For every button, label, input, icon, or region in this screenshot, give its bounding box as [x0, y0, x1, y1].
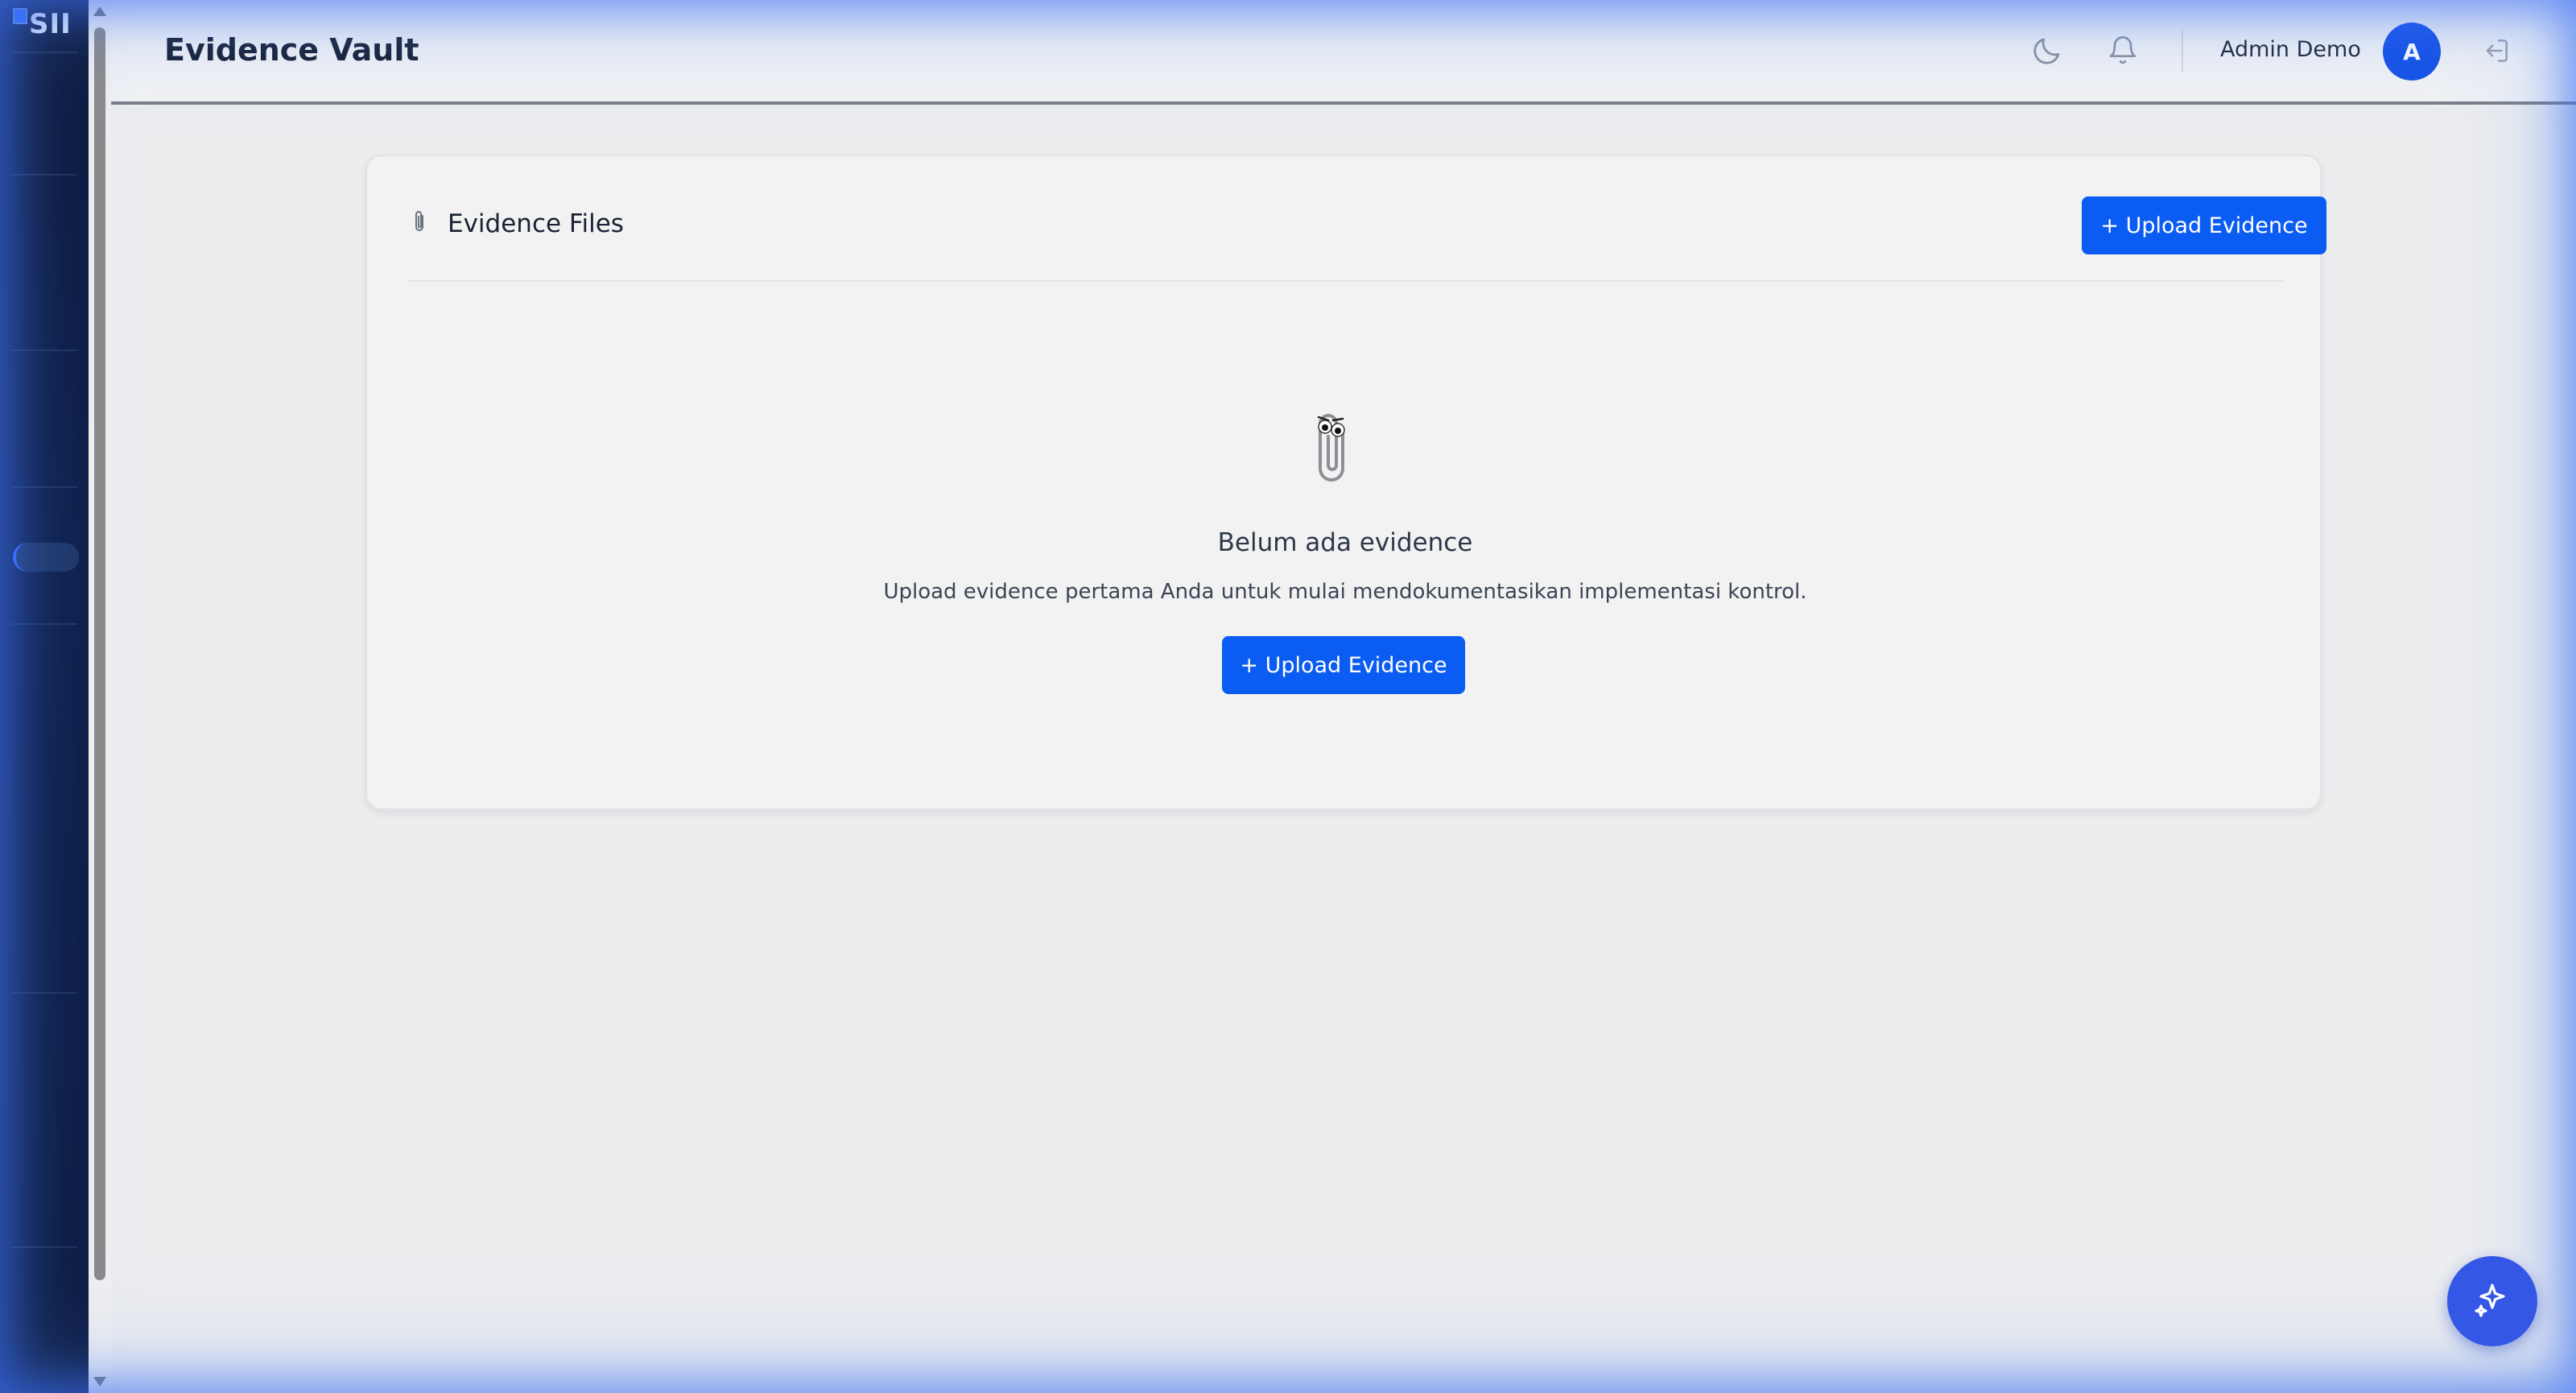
sidebar-divider [11, 52, 77, 53]
avatar-initial: A [2403, 38, 2421, 65]
evidence-files-card: Evidence Files + Upload Evidence Belum a… [365, 155, 2326, 810]
page-title: Evidence Vault [164, 32, 419, 68]
sidebar-divider [11, 349, 77, 351]
top-header: Evidence Vault Admin Demo A [111, 0, 2576, 105]
upload-evidence-empty-button[interactable]: + Upload Evidence [1222, 636, 1465, 694]
bell-icon[interactable] [2103, 31, 2143, 71]
scroll-thumb[interactable] [94, 27, 105, 1280]
sparkle-icon [2473, 1280, 2512, 1322]
scroll-up-icon[interactable] [93, 6, 106, 16]
sidebar-divider [11, 623, 77, 625]
card-title: Evidence Files [448, 209, 624, 238]
logo-text: SII [29, 8, 72, 40]
logout-icon[interactable] [2476, 31, 2516, 71]
broken-image-icon [13, 8, 27, 24]
sidebar-scrollbar[interactable] [89, 0, 111, 1393]
scroll-down-icon[interactable] [93, 1377, 106, 1387]
sidebar-divider [11, 1246, 77, 1248]
sidebar-item-active[interactable] [13, 543, 79, 572]
moon-icon[interactable] [2027, 31, 2067, 71]
card-header: Evidence Files + Upload Evidence [407, 156, 2326, 282]
ai-assistant-button[interactable] [2447, 1256, 2537, 1346]
sidebar-logo[interactable]: SII [13, 8, 72, 40]
upload-evidence-button[interactable]: + Upload Evidence [2082, 196, 2326, 254]
sidebar-divider [11, 174, 77, 176]
sidebar: SII [0, 0, 89, 1393]
empty-state-description: Upload evidence pertama Anda untuk mulai… [883, 580, 1807, 604]
sidebar-divider [11, 992, 77, 994]
sidebar-divider [11, 486, 77, 488]
avatar[interactable]: A [2383, 23, 2441, 81]
header-separator [2182, 29, 2183, 72]
user-name: Admin Demo [2220, 37, 2361, 62]
empty-state-title: Belum ada evidence [1217, 528, 1473, 557]
paperclip-character-icon [1301, 406, 1365, 494]
paperclip-icon [411, 209, 428, 241]
